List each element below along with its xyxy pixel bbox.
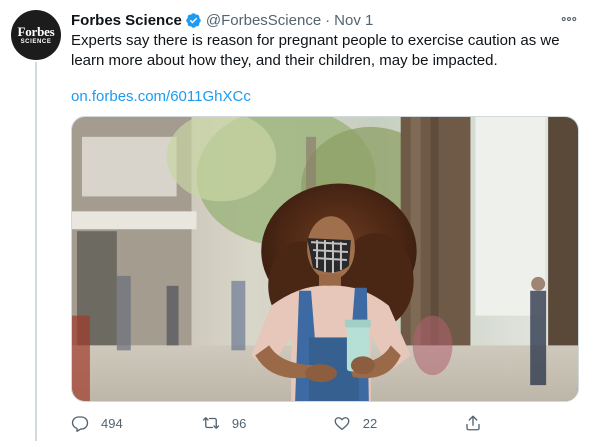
verified-badge-icon [186, 12, 201, 28]
tweet-text: Experts say there is reason for pregnant… [71, 32, 560, 69]
avatar-brand: Forbes [17, 23, 55, 39]
like-button[interactable]: 22 [333, 414, 464, 432]
tweet-image[interactable] [71, 116, 579, 402]
reply-button[interactable]: 494 [71, 414, 202, 432]
like-icon [334, 417, 350, 431]
more-button[interactable] [558, 10, 580, 28]
avatar-brand-sub: SCIENCE [20, 38, 52, 45]
action-bar: 494 96 22 [71, 408, 501, 438]
thread-line [35, 62, 37, 441]
photo-woman-masked [72, 117, 578, 401]
reply-icon [71, 416, 89, 432]
timestamp[interactable]: Nov 1 [334, 12, 373, 29]
tweet-card[interactable]: Forbes SCIENCE Forbes Science @ForbesSci… [0, 0, 593, 441]
author-handle[interactable]: @ForbesScience [206, 12, 321, 29]
author-name[interactable]: Forbes Science [71, 12, 182, 29]
share-icon [465, 415, 480, 431]
header-separator: · [325, 11, 331, 29]
retweet-icon [202, 417, 220, 429]
retweet-button[interactable]: 96 [202, 414, 333, 432]
tweet-header: Forbes Science @ForbesScience · Nov 1 [71, 10, 373, 30]
article-link[interactable]: on.forbes.com/6011GhXCc [71, 87, 251, 107]
retweet-count: 96 [231, 415, 247, 431]
avatar[interactable]: Forbes SCIENCE [11, 10, 61, 60]
share-button[interactable] [464, 414, 501, 432]
reply-count: 494 [101, 415, 123, 431]
like-count: 22 [362, 415, 378, 431]
more-icon [561, 16, 577, 22]
